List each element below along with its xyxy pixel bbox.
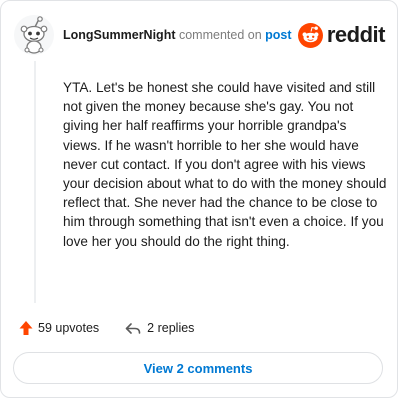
reddit-alien-icon xyxy=(297,22,323,48)
comment-body: YTA. Let's be honest she could have visi… xyxy=(63,80,387,249)
comment-meta: LongSummerNight commented on post xyxy=(63,28,298,42)
upvotes-count: 59 upvotes xyxy=(38,321,100,335)
replies-button[interactable]: 2 replies xyxy=(125,321,194,335)
upvote-arrow-icon xyxy=(19,321,33,335)
post-link[interactable]: post xyxy=(265,28,291,42)
comment-header: LongSummerNight commented on post reddit xyxy=(13,11,386,59)
snoo-avatar-icon[interactable] xyxy=(13,14,55,56)
comment-actions: 59 upvotes 2 replies xyxy=(19,317,385,339)
username-link[interactable]: LongSummerNight xyxy=(63,28,176,42)
reddit-logo[interactable]: reddit xyxy=(297,22,386,48)
comment-card: LongSummerNight commented on post reddit… xyxy=(0,0,398,398)
view-comments-button[interactable]: View 2 comments xyxy=(13,352,383,384)
reply-arrow-icon xyxy=(125,322,141,334)
replies-count: 2 replies xyxy=(147,321,195,335)
upvote-button[interactable]: 59 upvotes xyxy=(19,320,99,336)
action-text: commented on xyxy=(178,28,262,42)
reddit-wordmark: reddit xyxy=(326,22,386,47)
thread-line xyxy=(34,61,36,303)
